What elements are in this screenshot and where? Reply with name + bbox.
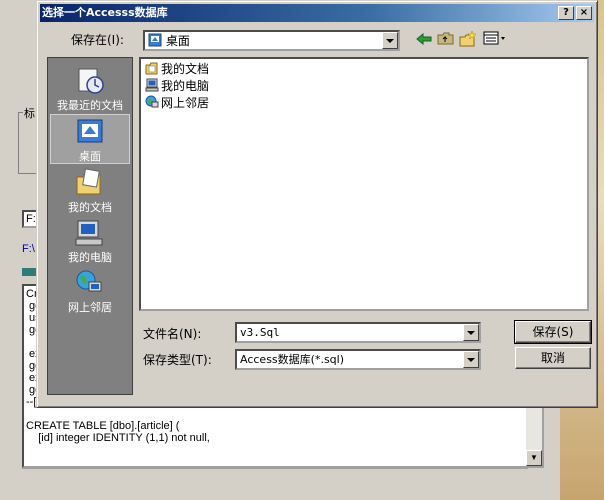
file-list[interactable]: 我的文档 我的电脑 网上邻居: [139, 57, 589, 311]
background-path-link[interactable]: F:\: [22, 243, 35, 255]
filetype-value: Access数据库(*.sql): [240, 353, 345, 366]
up-folder-icon: [437, 32, 454, 45]
dialog-titlebar[interactable]: 选择一个Accesss数据库 ? ×: [40, 4, 594, 22]
place-label: 桌面: [79, 150, 101, 163]
place-label: 我的文档: [68, 201, 112, 214]
chevron-down-icon[interactable]: [463, 351, 479, 368]
folder-documents-icon: [145, 62, 158, 75]
place-recent-documents[interactable]: 我最近的文档: [50, 64, 130, 114]
chevron-down-icon[interactable]: [382, 32, 398, 49]
file-name: 网上邻居: [161, 96, 210, 110]
file-name: 我的文档: [161, 62, 210, 76]
place-label: 我的电脑: [68, 251, 112, 264]
scroll-down-arrow-icon[interactable]: ▼: [526, 450, 542, 466]
filename-value: v3.Sql: [240, 326, 280, 339]
place-network-places[interactable]: 网上邻居: [50, 266, 130, 316]
list-item[interactable]: 我的文档: [145, 61, 209, 77]
place-desktop[interactable]: 桌面: [50, 114, 130, 164]
back-button[interactable]: [413, 31, 435, 51]
filetype-combobox[interactable]: Access数据库(*.sql): [235, 349, 481, 370]
network-places-icon: [76, 270, 102, 292]
dialog-title: 选择一个Accesss数据库: [42, 6, 168, 19]
my-documents-icon: [76, 168, 101, 195]
back-arrow-icon: [416, 32, 432, 46]
filetype-label: 保存类型(T):: [143, 353, 212, 367]
places-bar: 我最近的文档 桌面 我的文档 我的电脑 网上邻居: [47, 57, 133, 395]
save-in-value: 桌面: [165, 34, 190, 48]
script-line: CREATE TABLE [dbo].[article] (: [26, 420, 180, 432]
new-folder-button[interactable]: [457, 30, 479, 51]
list-item[interactable]: 我的电脑: [145, 78, 209, 94]
filename-label: 文件名(N):: [143, 327, 202, 341]
filename-combobox[interactable]: v3.Sql: [235, 322, 481, 343]
file-name: 我的电脑: [161, 79, 210, 93]
help-button[interactable]: ?: [558, 6, 574, 20]
my-computer-icon: [75, 220, 103, 246]
view-menu-icon: [483, 31, 505, 45]
save-button[interactable]: 保存(S): [514, 320, 592, 344]
place-label: 网上邻居: [68, 301, 112, 314]
close-button[interactable]: ×: [576, 6, 592, 20]
network-icon: [145, 95, 159, 108]
script-line: [id] integer IDENTITY (1,1) not null,: [26, 432, 210, 444]
chevron-down-icon[interactable]: [463, 324, 479, 341]
cancel-button[interactable]: 取消: [515, 347, 591, 369]
place-my-documents[interactable]: 我的文档: [50, 166, 130, 216]
list-item[interactable]: 网上邻居: [145, 95, 209, 111]
background-groupbox-label: 标: [23, 105, 36, 121]
up-folder-button[interactable]: [435, 31, 457, 51]
new-folder-icon: [459, 30, 477, 47]
desktop-icon: [77, 119, 103, 143]
background-horizontal-scrollbar[interactable]: [22, 468, 528, 485]
place-label: 我最近的文档: [57, 99, 123, 112]
computer-icon: [145, 78, 159, 92]
save-in-label: 保存在(I):: [71, 33, 124, 47]
recent-documents-icon: [78, 68, 104, 94]
open-database-dialog: 选择一个Accesss数据库 ? × 保存在(I): 桌面 我最近的文档 桌面 …: [36, 0, 598, 408]
save-in-combobox[interactable]: 桌面: [143, 30, 400, 51]
desktop-small-icon: [148, 33, 162, 47]
view-menu-button[interactable]: [481, 31, 509, 51]
place-my-computer[interactable]: 我的电脑: [50, 216, 130, 266]
